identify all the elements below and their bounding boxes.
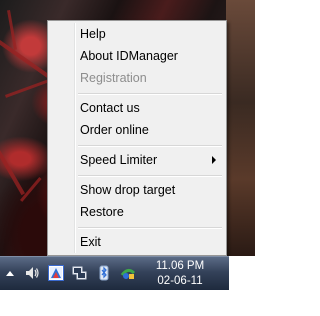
- menu-item-registration: Registration: [80, 71, 147, 85]
- menu-item-speed-limiter[interactable]: Speed Limiter: [50, 149, 224, 171]
- screen-edge: [229, 256, 255, 290]
- show-hidden-icons-arrow[interactable]: [2, 265, 18, 281]
- bluetooth-icon[interactable]: [96, 265, 112, 281]
- network-icon[interactable]: [72, 265, 88, 281]
- menu-item-exit[interactable]: Exit: [50, 231, 224, 253]
- volume-icon[interactable]: [24, 265, 40, 281]
- action-center-icon[interactable]: [120, 265, 136, 281]
- tray-context-menu: Help About IDManager Registration Contac…: [47, 20, 227, 256]
- menu-item-restore[interactable]: Restore: [50, 201, 224, 223]
- menu-item-about[interactable]: About IDManager: [50, 45, 224, 67]
- menu-item-show-drop-target[interactable]: Show drop target: [50, 179, 224, 201]
- menu-item-help[interactable]: Help: [50, 23, 224, 45]
- idm-icon[interactable]: [48, 265, 64, 281]
- menu-separator: [78, 93, 222, 95]
- clock-time[interactable]: 11.06 PM: [150, 260, 210, 273]
- menu-separator: [78, 145, 222, 147]
- taskbar: 11.06 PM 02-06-11: [0, 256, 229, 290]
- submenu-arrow-icon: [212, 156, 216, 164]
- menu-item-contact-us[interactable]: Contact us: [50, 97, 224, 119]
- menu-separator: [78, 175, 222, 177]
- desktop-wallpaper-right: [226, 0, 255, 256]
- menu-item-order-online[interactable]: Order online: [50, 119, 224, 141]
- menu-separator: [78, 227, 222, 229]
- clock-date[interactable]: 02-06-11: [150, 275, 210, 288]
